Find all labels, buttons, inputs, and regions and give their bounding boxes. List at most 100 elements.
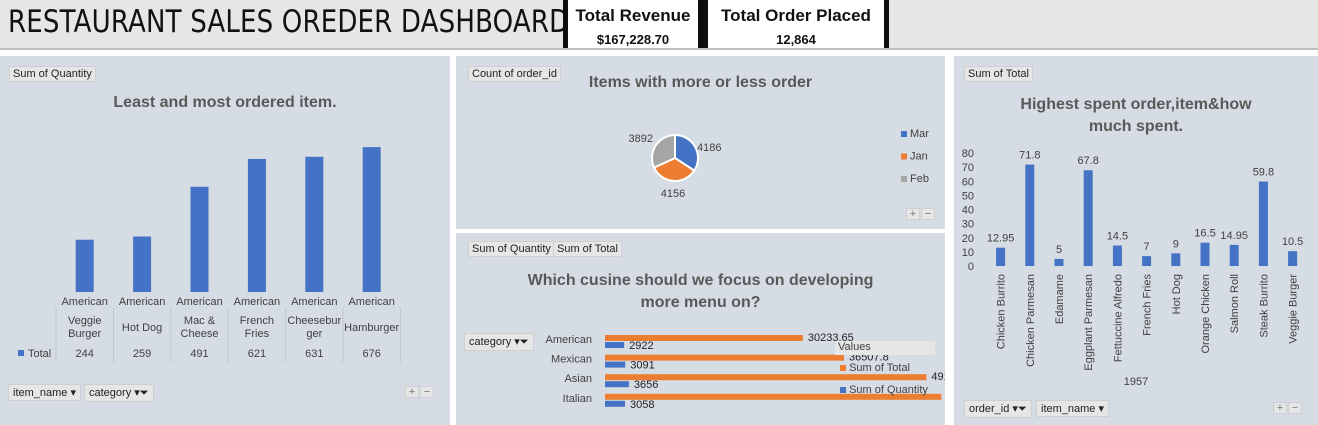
y-tick-label: 60 (962, 176, 974, 188)
bar (247, 158, 266, 292)
category-label: Mac & (184, 315, 216, 327)
bar-quantity (605, 361, 626, 368)
minus-icon[interactable]: − (921, 208, 935, 220)
value-label-quantity: 2922 (629, 340, 653, 352)
value-label-quantity: 3091 (630, 360, 654, 372)
bar (1200, 242, 1210, 266)
legend-swatch (18, 350, 24, 356)
category-label: French (240, 315, 274, 327)
bar (1171, 253, 1181, 266)
slicer-label: category (89, 387, 132, 399)
item-name-filter[interactable]: item_name ▾ (1036, 400, 1110, 417)
value-label-total: 49107.25 (931, 371, 945, 383)
item-name-filter[interactable]: item_name ▾ (8, 384, 82, 401)
kpi-label: Total Order Placed (721, 6, 871, 25)
order-id-filter[interactable]: order_id ▾⏷ (964, 400, 1032, 418)
value-label: 631 (305, 348, 323, 360)
slicer-label: item_name (1041, 403, 1096, 415)
y-tick-label: 50 (962, 190, 974, 202)
legend-label: Sum of Total (849, 362, 911, 374)
y-tick-label: 10 (962, 247, 974, 259)
dropdown-arrow-icon: ▾ (70, 387, 77, 399)
y-tick-label: 40 (962, 205, 974, 217)
dashboard-title: RESTAURANT SALES OREDER DASHBOARD (8, 4, 570, 40)
orders-by-month-panel: Count of order_id Items with more or les… (456, 56, 945, 229)
filter-icon: ▾⏷ (1012, 403, 1027, 415)
plus-icon[interactable]: + (405, 386, 419, 398)
dashboard-header: RESTAURANT SALES OREDER DASHBOARD Total … (0, 0, 1318, 50)
group-label: American (291, 296, 337, 308)
category-label: Steak Burrito (1258, 274, 1270, 338)
value-label: 491 (190, 348, 208, 360)
ordered-items-chart: American VeggieBurger 244 American Hot Dog 25… (18, 147, 401, 362)
category-label: Asian (564, 373, 592, 385)
dropdown-arrow-icon: ▾ (1098, 403, 1105, 415)
category-label: Orange Chicken (1200, 274, 1212, 354)
legend-swatch (901, 153, 907, 160)
value-label-quantity: 3058 (630, 399, 654, 411)
minus-icon[interactable]: − (420, 386, 434, 398)
legend-swatch (840, 365, 846, 371)
legend-item-total: Sum of Total (840, 362, 910, 374)
category-label: Edamame (1054, 274, 1066, 324)
category-label: Cheese (181, 328, 219, 340)
bar (1142, 256, 1152, 266)
data-label: 14.95 (1220, 230, 1248, 242)
category-label: Hot Dog (1171, 274, 1183, 314)
data-label: 14.5 (1107, 231, 1128, 243)
category-label: Burger (68, 328, 101, 340)
bar (362, 147, 381, 292)
bar (1112, 245, 1122, 266)
group-label: 1957 (1123, 376, 1149, 388)
category-label: Eggplant Parmesan (1083, 274, 1095, 371)
y-tick-label: 0 (968, 261, 974, 273)
data-label: 4186 (697, 142, 721, 154)
expand-collapse-buttons[interactable]: + − (1272, 402, 1302, 414)
highest-spent-panel: Sum of Total Highest spent order,item&ho… (954, 56, 1318, 425)
bar (305, 156, 324, 292)
value-label: 244 (76, 348, 94, 360)
category-label: Veggie Burger (1288, 274, 1300, 344)
group-label: American (234, 296, 280, 308)
kpi-value: 12,864 (776, 32, 816, 47)
data-label: 67.8 (1077, 155, 1098, 167)
value-label: 621 (248, 348, 266, 360)
bar (996, 247, 1006, 266)
bar (190, 186, 209, 292)
legend-swatch (901, 131, 907, 137)
bar (1229, 244, 1239, 266)
cuisine-focus-panel: Sum of Quantity Sum of Total Which cusin… (456, 233, 945, 425)
category-label: ger (306, 328, 322, 340)
data-label: 16.5 (1194, 228, 1215, 240)
y-tick-label: 70 (962, 162, 974, 174)
value-label-quantity: 3656 (634, 379, 658, 391)
category-filter[interactable]: category ▾⏷ (84, 384, 154, 402)
data-label: 10.5 (1282, 236, 1303, 248)
legend-label: Sum of Quantity (849, 384, 928, 396)
least-most-ordered-panel: Sum of Quantity Least and most ordered i… (0, 56, 450, 425)
legend-swatch (901, 176, 907, 182)
bar (1258, 181, 1268, 266)
category-label: Veggie (68, 315, 102, 327)
cuisine-bar-chart: American 30233.652922Mexican 36507.83091As… (546, 332, 945, 411)
legend-label: Mar (910, 128, 929, 140)
plus-icon[interactable]: + (1273, 402, 1287, 414)
legend-label: Total (28, 348, 51, 360)
minus-icon[interactable]: − (1288, 402, 1302, 414)
expand-collapse-buttons[interactable]: + − (905, 208, 935, 220)
legend-title: Values (835, 341, 935, 355)
bar-quantity (605, 381, 629, 388)
data-label: 7 (1144, 241, 1150, 253)
data-label: 4156 (661, 188, 685, 200)
category-label: Cheesebur (287, 315, 341, 327)
data-label: 59.8 (1253, 167, 1274, 179)
bar (1288, 251, 1298, 266)
category-label: Mexican (551, 354, 592, 366)
data-label: 71.8 (1019, 150, 1040, 162)
expand-collapse-buttons[interactable]: + − (404, 386, 434, 398)
kpi-total-revenue: Total Revenue $167,228.70 (563, 0, 703, 48)
legend-item-quantity: Sum of Quantity (840, 384, 928, 396)
y-tick-label: 80 (962, 148, 974, 160)
plus-icon[interactable]: + (906, 208, 920, 220)
bar (1025, 164, 1035, 266)
